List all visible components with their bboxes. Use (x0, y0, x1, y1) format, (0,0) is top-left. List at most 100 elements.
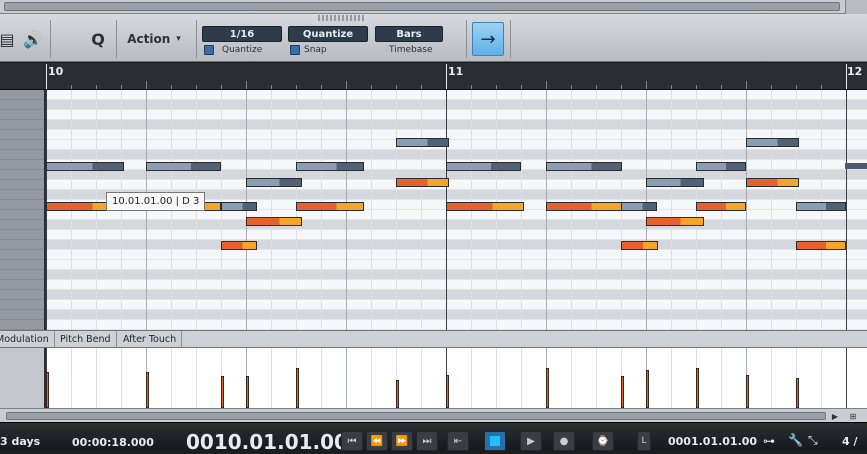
autoscroll-follow-button[interactable]: → (472, 22, 504, 56)
midi-note[interactable] (296, 202, 364, 211)
record-button[interactable]: ● (553, 431, 575, 451)
tab-after-touch[interactable]: After Touch (118, 331, 183, 348)
keyboard-shade (0, 90, 44, 330)
midi-note[interactable] (621, 241, 658, 250)
velocity-bar[interactable] (46, 372, 49, 408)
editor-toolbar: ▤ 🔊 Q Action ▾ 1/16 Quantize Quantize Sn… (0, 14, 867, 62)
midi-note[interactable] (546, 202, 622, 211)
ruler-tick (696, 85, 697, 89)
scrollbar-button[interactable] (845, 0, 867, 14)
velocity-bar[interactable] (221, 376, 224, 408)
velocity-bar[interactable] (746, 375, 749, 408)
midi-note[interactable] (246, 217, 302, 226)
fast-forward-icon[interactable]: ⏩ (391, 431, 413, 451)
midi-note[interactable] (621, 202, 657, 211)
pitch-row (46, 140, 867, 150)
play-button[interactable]: ▶ (520, 431, 542, 451)
loop-start-marker-icon[interactable]: L (637, 431, 651, 451)
pitch-row (46, 120, 867, 130)
grid-line (496, 348, 497, 408)
midi-note[interactable] (296, 162, 364, 171)
velocity-bar[interactable] (621, 376, 624, 408)
pitch-row (46, 210, 867, 220)
midi-note[interactable] (146, 162, 221, 171)
ruler-tick (196, 85, 197, 89)
quantize-toggle[interactable] (204, 45, 214, 55)
panel-resize-grip[interactable] (318, 15, 366, 21)
midi-note[interactable] (796, 202, 846, 211)
pitch-row (46, 180, 867, 190)
velocity-bar[interactable] (546, 368, 549, 408)
velocity-bar[interactable] (646, 370, 649, 408)
scrollbar-thumb[interactable] (4, 2, 840, 11)
quantize-label: Quantize (222, 45, 263, 55)
action-menu-button[interactable]: Action ▾ (118, 20, 190, 58)
midi-note[interactable] (246, 178, 302, 187)
forward-icon[interactable]: ⏭ (416, 431, 438, 451)
midi-note[interactable] (646, 178, 704, 187)
grid-line (671, 348, 672, 408)
midi-note[interactable] (646, 217, 704, 226)
midi-note[interactable] (746, 178, 799, 187)
ruler-tick (596, 85, 597, 89)
ruler-tick (171, 85, 172, 89)
zoom-icon[interactable]: ⊞ (846, 409, 860, 423)
loop-icon[interactable]: ⇤ (447, 431, 469, 451)
ruler-bar-label: 10 (48, 65, 64, 78)
snap-toggle[interactable] (290, 45, 300, 55)
metronome-icon[interactable]: ⌚ (592, 431, 614, 451)
tools-icon[interactable]: ⤡ (808, 433, 818, 448)
quantize-q-icon[interactable]: Q (84, 20, 112, 58)
grid-line (846, 90, 847, 330)
velocity-bar[interactable] (246, 376, 249, 408)
chevron-down-icon: ▾ (176, 34, 181, 44)
midi-note[interactable] (396, 138, 449, 147)
midi-note[interactable] (46, 162, 124, 171)
velocity-bar[interactable] (396, 380, 399, 408)
speaker-icon[interactable]: 🔊 (20, 20, 46, 58)
scissors-icon[interactable]: ⊶ (763, 434, 775, 448)
rewind-icon[interactable]: ⏪ (366, 431, 388, 451)
ruler-tick (671, 85, 672, 89)
quantize-value-select[interactable]: 1/16 (202, 26, 282, 42)
midi-note[interactable] (796, 241, 846, 250)
scrollbar-thumb[interactable] (6, 412, 826, 420)
stop-button[interactable] (484, 431, 506, 451)
velocity-bar[interactable] (696, 368, 699, 408)
timebase-value-select[interactable]: Bars (375, 26, 443, 42)
midi-note[interactable] (221, 241, 257, 250)
wrench-icon[interactable]: 🔧 (788, 433, 803, 447)
grid-line (821, 348, 822, 408)
return-to-zero-icon[interactable]: ⏮ (341, 431, 363, 451)
ruler-bar-label: 11 (448, 65, 464, 78)
snap-value-select[interactable]: Quantize (288, 26, 368, 42)
midi-note[interactable] (221, 202, 257, 211)
horizontal-scrollbar-bottom[interactable]: ▶ ⊞ (0, 408, 867, 422)
scroll-right-icon[interactable]: ▶ (828, 409, 842, 423)
midi-note[interactable] (446, 202, 524, 211)
midi-note[interactable] (446, 162, 521, 171)
velocity-bar[interactable] (296, 368, 299, 408)
pitch-row (46, 250, 867, 260)
midi-note[interactable] (396, 178, 449, 187)
midi-note[interactable] (546, 162, 622, 171)
midi-note[interactable] (746, 138, 799, 147)
tab-modulation[interactable]: Modulation (0, 331, 55, 348)
ruler-tick (771, 85, 772, 89)
midi-note[interactable] (696, 162, 746, 171)
grid-line (521, 348, 522, 408)
velocity-lane[interactable] (46, 348, 867, 408)
grid-line (271, 348, 272, 408)
midi-note[interactable] (696, 202, 746, 211)
tab-pitch-bend[interactable]: Pitch Bend (55, 331, 117, 348)
velocity-bar[interactable] (146, 372, 149, 408)
velocity-bar[interactable] (796, 378, 799, 408)
panel-toggle-icon[interactable]: ▤ (0, 20, 15, 58)
ruler-tick (721, 85, 722, 89)
timeline-ruler[interactable]: 10 11 12 (0, 63, 867, 90)
velocity-bar[interactable] (446, 375, 449, 408)
horizontal-scrollbar-top[interactable] (0, 0, 867, 14)
pitch-row (46, 230, 867, 240)
time-seconds-display: 00:00:18.000 (72, 436, 154, 449)
arrow-right-icon: → (480, 28, 496, 50)
